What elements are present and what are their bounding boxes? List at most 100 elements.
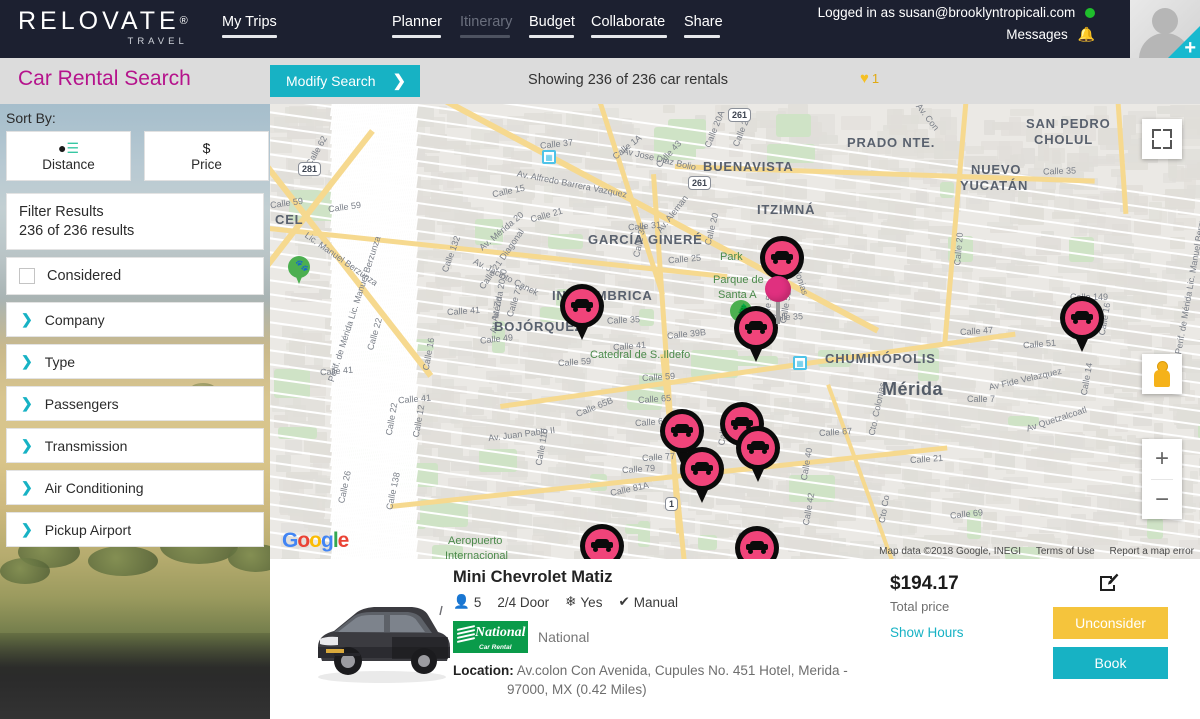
car-marker-2[interactable] [560, 284, 604, 340]
map-block [887, 108, 903, 130]
modify-search-button[interactable]: Modify Search ❯ [270, 65, 420, 97]
map-highway-shield: 1 [665, 497, 679, 511]
spec-doors-value: 2/4 Door [497, 594, 550, 610]
sort-price-label: Price [191, 156, 222, 172]
fullscreen-button[interactable] [1142, 119, 1182, 159]
online-status-dot [1085, 8, 1095, 19]
national-logo-subtext: Car Rental [479, 644, 512, 651]
person-icon: 👤 [453, 594, 470, 609]
car-marker-4[interactable] [1060, 296, 1104, 352]
edit-note-icon[interactable] [1098, 573, 1120, 593]
map-place-label: Catedral de S..Ildefo [590, 349, 691, 361]
unconsider-button[interactable]: Unconsider [1053, 607, 1168, 639]
filter-item-transmission[interactable]: ❯ Transmission [6, 428, 264, 463]
nav-budget[interactable]: Budget [529, 14, 575, 44]
show-hours-link[interactable]: Show Hours [890, 625, 964, 640]
car-marker-9[interactable] [580, 524, 624, 559]
brand-logo[interactable]: RELOVATE® TRAVEL [18, 8, 192, 47]
location-row: Location: Av.colon Con Avenida, Cupules … [453, 661, 883, 699]
car-glyph-icon [591, 539, 613, 552]
registered-mark: ® [179, 15, 192, 27]
considered-filter-row[interactable]: Considered [6, 257, 264, 295]
map-block [715, 513, 728, 522]
map-data-text: Map data ©2018 Google, INEGI [879, 546, 1022, 557]
avatar-add-plus-icon[interactable]: + [1184, 37, 1196, 58]
chevron-right-icon: ❯ [21, 437, 33, 453]
book-button[interactable]: Book [1053, 647, 1168, 679]
modify-search-label: Modify Search [286, 73, 376, 89]
results-count-text: Showing 236 of 236 car rentals [528, 72, 728, 88]
zoom-in-button[interactable]: + [1142, 439, 1182, 479]
filter-label-type: Type [44, 353, 76, 370]
nav-planner-label: Planner [392, 14, 442, 30]
google-logo-letter: g [321, 529, 334, 552]
filters-sidebar: Sort By: ●☰ Distance $ Price Filter Resu… [0, 104, 270, 547]
brand-name: RELOVATE [18, 7, 180, 35]
poi-marker[interactable]: 🐾 [288, 256, 310, 286]
fullscreen-icon-corner [1163, 129, 1172, 138]
nav-collaborate-label: Collaborate [591, 14, 666, 30]
app-root: RELOVATE® TRAVEL My Trips Planner Itiner… [0, 0, 1200, 719]
car-specs-row: 👤 5 2/4 Door ❄ Yes ✔ Manual [453, 594, 678, 610]
dollar-icon: $ [202, 139, 211, 156]
favorites-count-value: 1 [871, 71, 880, 86]
filter-item-passengers[interactable]: ❯ Passengers [6, 386, 264, 421]
considered-checkbox[interactable] [19, 268, 35, 284]
nav-planner[interactable]: Planner [392, 14, 442, 44]
zoom-out-button[interactable]: − [1142, 480, 1182, 520]
sort-buttons-row: ●☰ Distance $ Price [0, 131, 270, 181]
filter-item-type[interactable]: ❯ Type [6, 344, 264, 379]
filter-label-pickup-airport: Pickup Airport [44, 521, 132, 538]
map-place-label: Park [720, 251, 743, 263]
map-block [270, 113, 290, 134]
terms-of-use-link[interactable]: Terms of Use [1036, 546, 1095, 557]
national-car-rental-logo: National Car Rental [453, 621, 528, 653]
map-place-label: Parque de [713, 274, 764, 286]
spec-passengers-value: 5 [473, 594, 482, 610]
nav-underline [684, 35, 720, 38]
car-glyph-icon [1071, 311, 1093, 324]
filter-item-air-conditioning[interactable]: ❯ Air Conditioning [6, 470, 264, 505]
chevron-right-icon: ❯ [21, 311, 33, 327]
spec-transmission-value: Manual [633, 594, 679, 610]
car-marker-10[interactable] [735, 526, 779, 559]
filter-results-count: 236 of 236 results [19, 223, 135, 239]
map-canvas[interactable]: Av. Mérida 20 Calle 37 Calle 21 Diagonal Ca… [270, 104, 1200, 559]
filter-label-company: Company [44, 311, 105, 328]
map-street-label: Calle 35 [1042, 165, 1077, 177]
street-view-pegman-button[interactable] [1142, 354, 1182, 394]
sort-by-price-button[interactable]: $ Price [144, 131, 269, 181]
logged-in-status: Logged in as susan@brooklyntropicali.com [818, 5, 1095, 20]
map-neighborhood-label: SAN PEDRO [1026, 116, 1111, 131]
map-poi-icon[interactable]: ▦ [793, 356, 807, 370]
nav-my-trips[interactable]: My Trips [222, 14, 277, 44]
nav-budget-label: Budget [529, 14, 575, 30]
car-glyph-icon [571, 299, 593, 312]
map-street-label: Calle 21 [909, 452, 944, 466]
map-highway-shield: 281 [298, 162, 322, 176]
nav-itinerary[interactable]: Itinerary [460, 14, 512, 44]
car-glyph-icon [691, 462, 713, 475]
map-block [418, 249, 434, 257]
filter-item-company[interactable]: ❯ Company [6, 302, 264, 337]
sort-by-distance-button[interactable]: ●☰ Distance [6, 131, 131, 181]
favorites-counter[interactable]: ♥ 1 [860, 70, 879, 87]
map-block [965, 146, 984, 155]
map-block [834, 207, 848, 215]
national-wave-icon [457, 625, 475, 643]
selected-location-pin[interactable] [765, 276, 791, 324]
nav-share[interactable]: Share [684, 14, 723, 44]
car-photo [304, 591, 459, 687]
report-map-error-link[interactable]: Report a map error [1110, 546, 1194, 557]
map-block [1104, 386, 1115, 394]
messages-link[interactable]: Messages 🔔 [1006, 26, 1095, 43]
car-glyph-icon [731, 417, 753, 430]
car-marker-8[interactable] [680, 447, 724, 503]
avatar[interactable]: + [1130, 0, 1200, 58]
map-block [533, 235, 550, 243]
nav-collaborate[interactable]: Collaborate [591, 14, 667, 44]
filter-item-pickup-airport[interactable]: ❯ Pickup Airport [6, 512, 264, 547]
car-marker-7[interactable] [736, 426, 780, 482]
map-poi-icon[interactable]: ▦ [542, 150, 556, 164]
location-line-2: 97000, MX (0.42 Miles) [507, 682, 647, 697]
